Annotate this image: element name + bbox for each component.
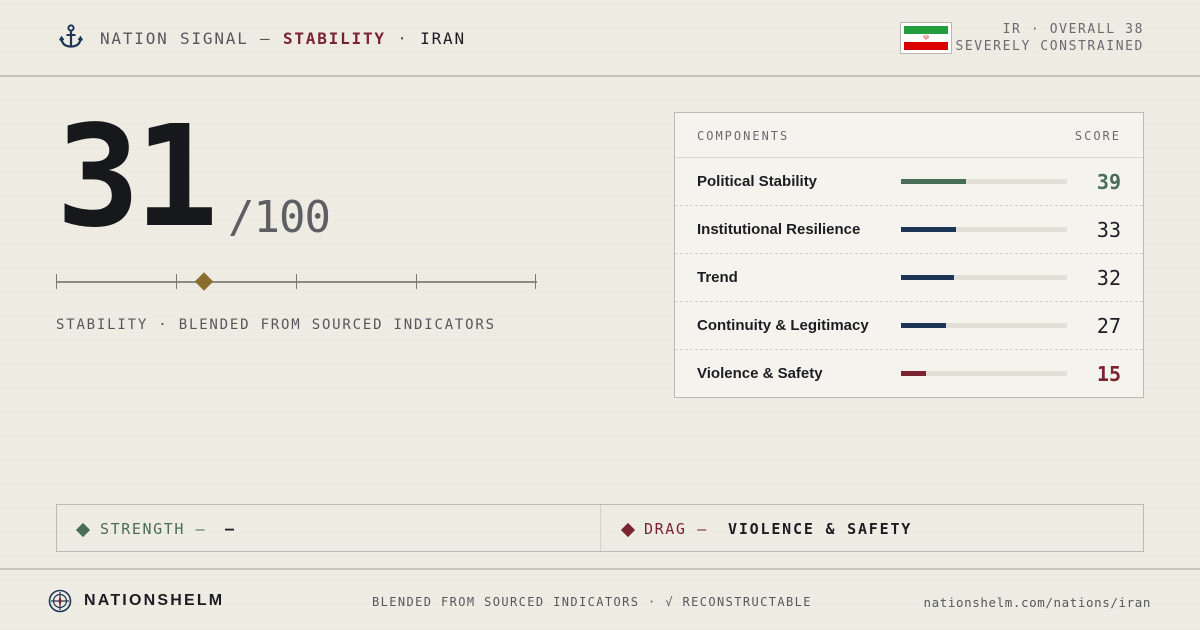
components-header: COMPONENTS SCORE: [675, 113, 1143, 158]
component-bar-fill: [901, 371, 926, 376]
components-column-label: COMPONENTS: [697, 129, 790, 143]
strength-label: STRENGTH —: [100, 520, 207, 538]
score-caption: STABILITY · BLENDED FROM SOURCED INDICAT…: [56, 317, 496, 333]
title-separator: ·: [385, 29, 421, 48]
component-label: Violence & Safety: [697, 365, 823, 382]
component-score: 39: [1096, 170, 1121, 194]
stability-score: 31: [56, 96, 219, 259]
header: NATION SIGNAL — STABILITY · IRAN ☫ IR · …: [0, 0, 1200, 77]
component-label: Trend: [697, 269, 738, 286]
component-bar-track: [901, 275, 1067, 280]
component-bar-track: [901, 371, 1067, 376]
overall-score-text: IR · OVERALL 38: [1002, 22, 1144, 37]
country-flag: ☫: [900, 22, 952, 54]
scale-tick: [296, 274, 297, 289]
component-row: Political Stability 39: [675, 158, 1143, 206]
footer-brand: NATIONSHELM: [84, 592, 225, 609]
score-column-label: SCORE: [1074, 129, 1121, 143]
component-bar-track: [901, 323, 1067, 328]
footer: NATIONSHELM BLENDED FROM SOURCED INDICAT…: [0, 568, 1200, 630]
title-section: STABILITY: [282, 29, 386, 48]
scale-tick: [56, 274, 57, 289]
strength-diamond-icon: [75, 522, 91, 538]
component-label: Continuity & Legitimacy: [697, 317, 869, 334]
helm-compass-icon: [48, 589, 72, 613]
component-score: 32: [1096, 266, 1121, 290]
component-bar-fill: [901, 227, 956, 232]
header-meta: IR · OVERALL 38 SEVERELY CONSTRAINED: [955, 21, 1144, 55]
scale-tick: [535, 274, 536, 289]
component-score: 27: [1096, 314, 1121, 338]
component-bar-fill: [901, 179, 966, 184]
strength-value: —: [225, 520, 236, 538]
title-brand: NATION SIGNAL —: [100, 29, 283, 48]
component-bar-fill: [901, 275, 955, 280]
drag-label: DRAG —: [644, 520, 708, 538]
component-row: Trend 32: [675, 254, 1143, 302]
strength-section: STRENGTH — —: [57, 505, 601, 551]
footer-tagline: BLENDED FROM SOURCED INDICATORS · √ RECO…: [372, 595, 812, 609]
component-label: Institutional Resilience: [697, 221, 861, 238]
component-bar-track: [901, 227, 1067, 232]
drag-value: VIOLENCE & SAFETY: [728, 520, 913, 538]
footer-url-link[interactable]: nationshelm.com/nations/iran: [923, 595, 1151, 610]
component-bar-fill: [901, 323, 946, 328]
flag-emblem-icon: ☫: [922, 33, 930, 42]
drag-diamond-icon: [620, 522, 636, 538]
component-label: Political Stability: [697, 173, 818, 190]
component-score: 33: [1096, 218, 1121, 242]
score-scale: [56, 270, 537, 294]
component-row: Institutional Resilience 33: [675, 206, 1143, 254]
component-bar-track: [901, 179, 1067, 184]
score-marker-diamond-icon: [195, 272, 214, 291]
drag-section: DRAG — VIOLENCE & SAFETY: [601, 505, 1143, 551]
components-panel: COMPONENTS SCORE Political Stability 39 In…: [674, 112, 1144, 398]
scale-tick: [176, 274, 177, 289]
component-row: Continuity & Legitimacy 27: [675, 302, 1143, 350]
component-row: Violence & Safety 15: [675, 350, 1143, 398]
component-score: 15: [1096, 362, 1121, 386]
scale-tick: [416, 274, 417, 289]
score-denominator: /100: [228, 192, 331, 243]
strength-drag-bar: STRENGTH — — DRAG — VIOLENCE & SAFETY: [56, 504, 1144, 552]
flag-stripe-red: [904, 41, 948, 50]
anchor-icon: [58, 24, 84, 48]
status-text: SEVERELY CONSTRAINED: [955, 39, 1144, 54]
title-country: IRAN: [420, 29, 466, 48]
page-title: NATION SIGNAL — STABILITY · IRAN: [100, 29, 466, 48]
